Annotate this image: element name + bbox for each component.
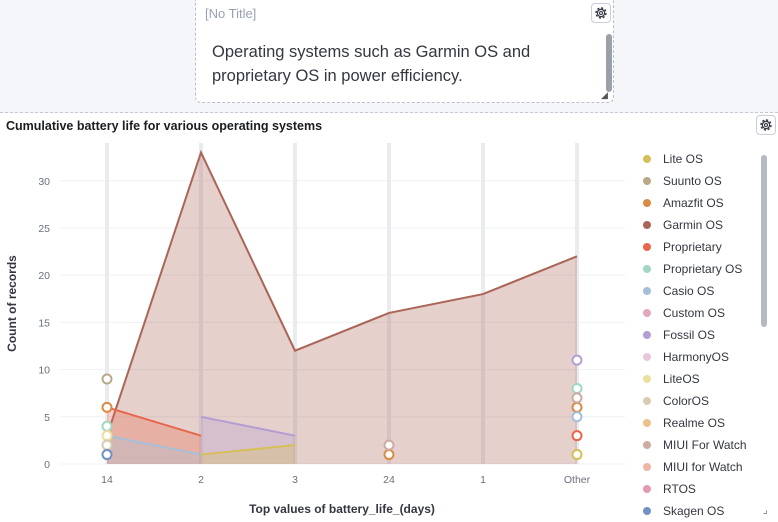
data-point-proprietary — [571, 430, 583, 442]
legend-label: LiteOS — [663, 372, 700, 386]
legend-swatch — [643, 221, 651, 229]
data-point-miui-for-watch — [383, 439, 395, 451]
x-tick-label: 14 — [101, 474, 113, 486]
data-point-casio-os — [571, 411, 583, 423]
data-point-skagen-os — [101, 449, 113, 461]
data-point-lite-os — [571, 449, 583, 461]
y-tick-label: 25 — [38, 223, 50, 235]
legend-item-garmin-os[interactable]: Garmin OS — [643, 214, 758, 236]
chart-plot[interactable]: 0 5 10 15 20 25 30 14 2 3 24 1 Other Top values of ba… — [0, 113, 640, 522]
data-point-coloros — [101, 439, 113, 451]
series-area-garmin-os — [107, 152, 577, 465]
legend-scrollbar[interactable] — [761, 155, 767, 327]
chart-panel-settings-button[interactable] — [756, 115, 776, 135]
legend-swatch — [643, 199, 651, 207]
y-tick-label: 5 — [44, 412, 50, 424]
text-panel-scrollbar[interactable] — [606, 34, 612, 92]
legend-label: Lite OS — [663, 152, 704, 166]
legend-swatch — [643, 155, 651, 163]
legend-label: Custom OS — [663, 306, 726, 320]
legend-swatch — [643, 463, 651, 471]
legend-item-custom-os[interactable]: Custom OS — [643, 302, 758, 324]
legend-swatch — [643, 309, 651, 317]
x-tick-label: 2 — [198, 474, 204, 486]
text-panel-title: [No Title] — [205, 6, 257, 21]
legend-item-coloros[interactable]: ColorOS — [643, 390, 758, 412]
x-tick-label: 1 — [480, 474, 486, 486]
x-tick-label: Other — [564, 474, 591, 486]
legend-item-miui-for-watch[interactable]: MIUI for Watch — [643, 456, 758, 478]
y-tick-label: 10 — [38, 365, 50, 377]
resize-handle-icon[interactable]: ◢ — [601, 90, 608, 101]
legend-label: MIUI For Watch — [663, 438, 747, 452]
legend-label: Amazfit OS — [663, 196, 724, 210]
data-point-fossil-os — [571, 354, 583, 366]
chart-panel: Cumulative battery life for various oper… — [0, 113, 778, 522]
legend-label: Proprietary OS — [663, 262, 743, 276]
legend-label: Garmin OS — [663, 218, 724, 232]
text-panel-body: Operating systems such as Garmin OS and … — [212, 43, 531, 85]
legend-label: HarmonyOS — [663, 350, 730, 364]
legend-swatch — [643, 397, 651, 405]
y-tick-label: 20 — [38, 270, 50, 282]
y-axis-label: Count of records — [5, 255, 19, 352]
legend-swatch — [643, 287, 651, 295]
data-point-amazfit-os — [101, 401, 113, 413]
y-tick-label: 0 — [44, 459, 50, 471]
legend-item-suunto-os[interactable]: Suunto OS — [643, 170, 758, 192]
legend-swatch — [643, 265, 651, 273]
legend-item-fossil-os[interactable]: Fossil OS — [643, 324, 758, 346]
legend-label: Suunto OS — [663, 174, 722, 188]
legend-item-liteos[interactable]: LiteOS — [643, 368, 758, 390]
legend-label: Proprietary — [663, 240, 722, 254]
legend-swatch — [643, 441, 651, 449]
gear-icon — [760, 119, 772, 131]
data-point-proprietary-os — [101, 420, 113, 432]
gear-icon — [595, 7, 607, 19]
x-tick-label: 24 — [383, 474, 395, 486]
legend-label: Skagen OS — [663, 504, 725, 518]
legend-item-casio-os[interactable]: Casio OS — [643, 280, 758, 302]
legend-item-realme-os[interactable]: Realme OS — [643, 412, 758, 434]
legend-swatch — [643, 353, 651, 361]
legend-label: Casio OS — [663, 284, 715, 298]
legend-swatch — [643, 375, 651, 383]
data-point-suunto-os — [101, 373, 113, 385]
legend-item-amazfit-os[interactable]: Amazfit OS — [643, 192, 758, 214]
legend-item-proprietary[interactable]: Proprietary — [643, 236, 758, 258]
legend-label: ColorOS — [663, 394, 710, 408]
legend-item-skagen-os[interactable]: Skagen OS — [643, 500, 758, 518]
data-point-amazfit-os — [571, 401, 583, 413]
legend-item-harmonyos[interactable]: HarmonyOS — [643, 346, 758, 368]
x-axis-label: Top values of battery_life_(days) — [249, 502, 435, 516]
legend-swatch — [643, 419, 651, 427]
legend-swatch — [643, 243, 651, 251]
legend-label: Realme OS — [663, 416, 726, 430]
legend-item-miui-for-watch[interactable]: MIUI For Watch — [643, 434, 758, 456]
data-point-miui-for-watch — [571, 392, 583, 404]
x-tick-label: 3 — [292, 474, 298, 486]
legend-swatch — [643, 485, 651, 493]
legend-label: Fossil OS — [663, 328, 716, 342]
chart-legend: Lite OS Suunto OS Amazfit OS Garmin OS Propr… — [643, 148, 758, 518]
data-point-amazfit-os — [383, 449, 395, 461]
legend-item-lite-os[interactable]: Lite OS — [643, 148, 758, 170]
legend-swatch — [643, 177, 651, 185]
legend-swatch — [643, 507, 651, 515]
legend-label: MIUI for Watch — [663, 460, 743, 474]
legend-item-proprietary-os[interactable]: Proprietary OS — [643, 258, 758, 280]
legend-item-rtos[interactable]: RTOS — [643, 478, 758, 500]
data-point-proprietary-os — [571, 382, 583, 394]
legend-label: RTOS — [663, 482, 696, 496]
data-point-liteos — [101, 430, 113, 442]
y-tick-label: 30 — [38, 176, 50, 188]
text-panel: [No Title] Operating systems such as Gar… — [195, 0, 614, 103]
y-tick-label: 15 — [38, 317, 50, 329]
resize-corner-icon[interactable]: ⌟ — [763, 505, 768, 516]
text-panel-settings-button[interactable] — [591, 3, 611, 23]
legend-swatch — [643, 331, 651, 339]
